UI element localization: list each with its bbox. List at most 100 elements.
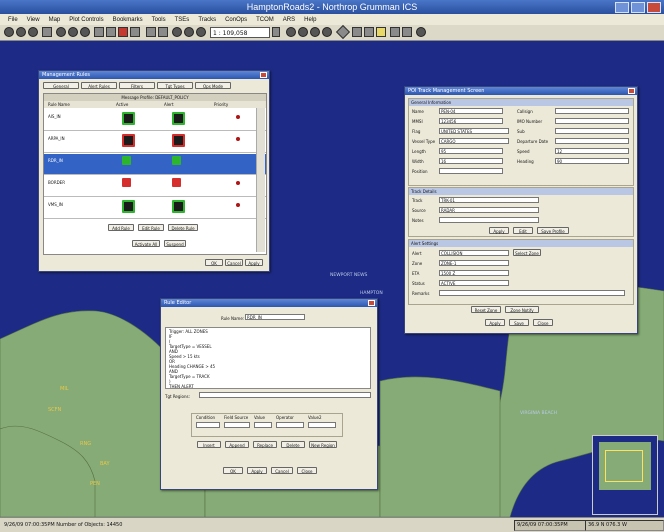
width-field[interactable]: 16 (439, 158, 503, 164)
pan-icon[interactable] (80, 27, 90, 37)
edit-rule-button[interactable]: Edit Rule (138, 224, 164, 231)
table-row[interactable]: ARPA_IN (44, 132, 266, 153)
rule-name-field[interactable]: RDR_IN (245, 314, 305, 320)
vessel-type-select[interactable]: CARGO (439, 138, 509, 144)
save-button[interactable]: Save (509, 319, 529, 326)
new-region-button[interactable]: New Region (309, 441, 337, 448)
close-icon[interactable] (260, 72, 267, 78)
menu-tses[interactable]: TSEs (175, 17, 190, 23)
pointer-icon[interactable] (42, 27, 52, 37)
menu-ars[interactable]: ARS (283, 17, 295, 23)
operator-select[interactable] (276, 422, 304, 428)
departure-date-field[interactable] (555, 138, 629, 144)
insert-button[interactable]: Insert (197, 441, 221, 448)
name-field[interactable]: PEN-04 (439, 108, 503, 114)
apply-track-button[interactable]: Apply (489, 227, 509, 234)
tgt-regions-field[interactable] (199, 392, 371, 398)
delete-button[interactable]: Delete (281, 441, 305, 448)
menu-tcom[interactable]: TCOM (256, 17, 274, 23)
speed-field[interactable]: 12 (555, 148, 629, 154)
replace-button[interactable]: Replace (253, 441, 277, 448)
suspend-button[interactable]: Suspend (164, 240, 186, 247)
remarks-field[interactable] (439, 290, 625, 296)
append-button[interactable]: Append (225, 441, 249, 448)
track-select[interactable]: TRK-01 (439, 197, 539, 203)
play-icon[interactable] (310, 27, 320, 37)
value-field[interactable] (254, 422, 272, 428)
layer-icon[interactable] (130, 27, 140, 37)
play-last-icon[interactable] (322, 27, 332, 37)
sub-field[interactable] (555, 128, 629, 134)
globe-icon[interactable] (416, 27, 426, 37)
tab-filters[interactable]: Filters (119, 82, 155, 89)
select-icon[interactable] (146, 27, 156, 37)
reset-zone-button[interactable]: Reset Zone (471, 306, 501, 313)
length-field[interactable]: 95 (439, 148, 503, 154)
close-icon[interactable] (647, 2, 661, 13)
overview-minimap[interactable] (592, 435, 658, 515)
home-icon[interactable] (184, 27, 194, 37)
chevron-down-icon[interactable] (272, 27, 280, 37)
tab-alert-rules[interactable]: Alert Rules (81, 82, 117, 89)
lock-icon[interactable] (106, 27, 116, 37)
menu-bookmarks[interactable]: Bookmarks (113, 17, 143, 23)
cancel-button[interactable]: Cancel (225, 259, 243, 266)
table-row[interactable]: VMS_IN (44, 198, 266, 219)
imo-number-field[interactable] (555, 118, 629, 124)
eta-field[interactable]: 1500 Z (439, 270, 509, 276)
center-icon[interactable] (172, 27, 182, 37)
status-field[interactable]: ACTIVE (439, 280, 509, 286)
close-button[interactable]: Close (533, 319, 553, 326)
position-field[interactable] (439, 168, 503, 174)
menu-conops[interactable]: ConOps (225, 17, 247, 23)
tool-icon[interactable] (390, 27, 400, 37)
heading-field[interactable]: 90 (555, 158, 629, 164)
flag-select[interactable]: UNITED STATES (439, 128, 509, 134)
target-icon[interactable] (364, 27, 374, 37)
zoom-in-icon[interactable] (56, 27, 66, 37)
callsign-field[interactable] (555, 108, 629, 114)
tool-circle-icon[interactable] (16, 27, 26, 37)
field-source-select[interactable] (224, 422, 250, 428)
add-rule-button[interactable]: Add Rule (108, 224, 134, 231)
zone-field[interactable]: ZONE-1 (439, 260, 509, 266)
edit-track-button[interactable]: Edit (513, 227, 533, 234)
ok-button[interactable]: OK (205, 259, 223, 266)
source-select[interactable]: RADAR (439, 207, 539, 213)
rule-script-area[interactable]: Trigger: ALL ZONES IF ( TargetType = VES… (165, 327, 371, 389)
menu-file[interactable]: File (8, 17, 18, 23)
close-icon[interactable] (368, 300, 375, 306)
play-back-icon[interactable] (298, 27, 308, 37)
scrollbar[interactable] (256, 108, 265, 252)
zone-notify-button[interactable]: Zone Notify (505, 306, 539, 313)
table-row-selected[interactable]: RDR_IN (44, 154, 266, 175)
crosshair-icon[interactable] (352, 27, 362, 37)
menu-view[interactable]: View (27, 17, 40, 23)
mmsi-field[interactable]: 123456 (439, 118, 503, 124)
minimize-icon[interactable] (615, 2, 629, 13)
grid-icon[interactable] (158, 27, 168, 37)
cancel-button[interactable]: Cancel (271, 467, 293, 474)
tab-general[interactable]: General (43, 82, 79, 89)
table-row[interactable]: AIS_IN (44, 110, 266, 131)
settings-icon[interactable] (402, 27, 412, 37)
select-zone-button[interactable]: Select Zone (513, 249, 541, 256)
close-icon[interactable] (628, 88, 635, 94)
tab-tgt-types[interactable]: Tgt Types (157, 82, 193, 89)
value2-field[interactable] (308, 422, 336, 428)
play-first-icon[interactable] (286, 27, 296, 37)
delete-rule-button[interactable]: Delete Rule (168, 224, 198, 231)
maximize-icon[interactable] (631, 2, 645, 13)
activate-all-button[interactable]: Activate All (132, 240, 160, 247)
tool-circle-icon[interactable] (4, 27, 14, 37)
menu-plot-controls[interactable]: Plot Controls (69, 17, 103, 23)
menu-tracks[interactable]: Tracks (198, 17, 216, 23)
menu-tools[interactable]: Tools (152, 17, 166, 23)
tool-circle-icon[interactable] (28, 27, 38, 37)
alert-icon[interactable] (118, 27, 128, 37)
apply-button[interactable]: Apply (485, 319, 505, 326)
save-profile-button[interactable]: Save Profile (537, 227, 569, 234)
tab-ops-mode[interactable]: Ops Mode (195, 82, 231, 89)
note-icon[interactable] (376, 27, 386, 37)
menu-map[interactable]: Map (49, 17, 61, 23)
